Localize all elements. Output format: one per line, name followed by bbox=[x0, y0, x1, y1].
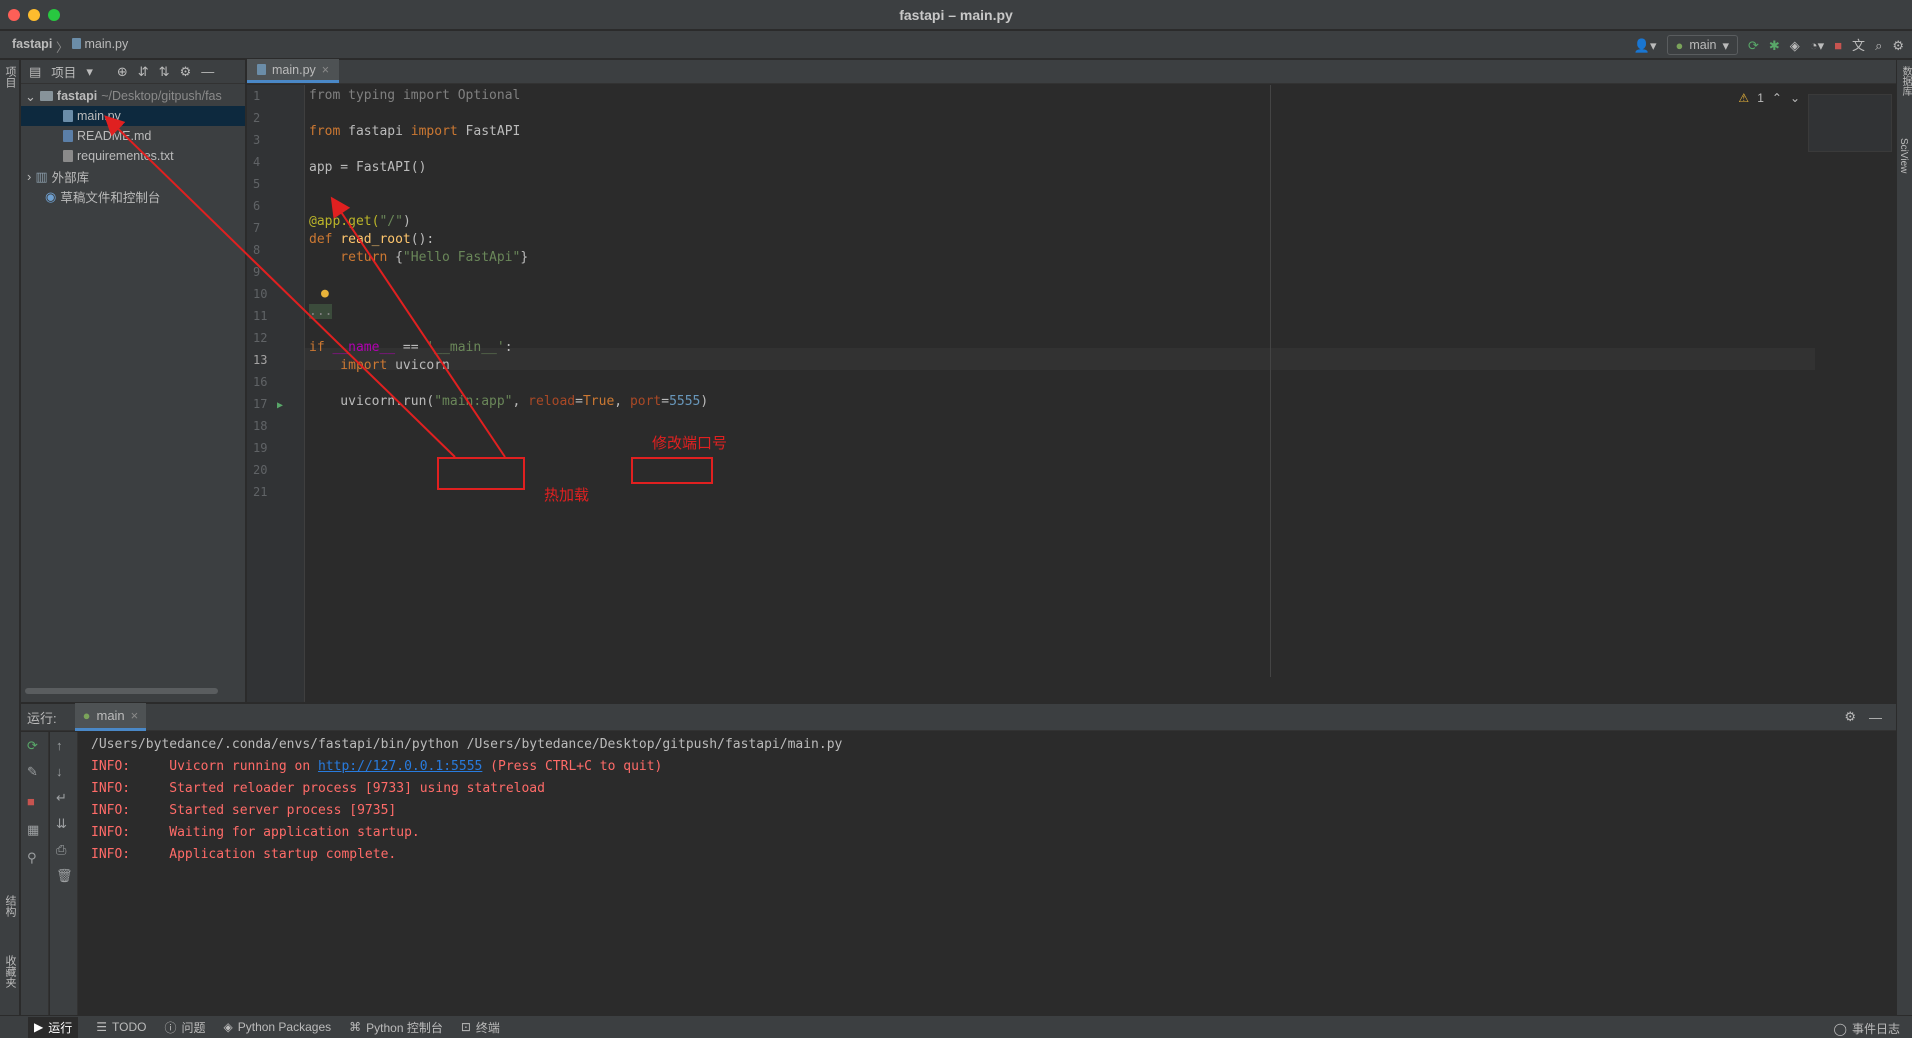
info-icon: ⓘ bbox=[164, 1020, 177, 1035]
pin-icon[interactable]: ⚲ bbox=[27, 850, 37, 866]
arrow-to-app-variable bbox=[330, 196, 506, 458]
run-toolbar-primary: ⟳ ✎ ■ ▦ ⚲ bbox=[21, 732, 49, 1015]
rerun-icon[interactable]: ⟳ bbox=[27, 738, 38, 754]
scroll-to-end-icon[interactable]: ⇊ bbox=[56, 816, 67, 832]
run-toolbar-secondary: ↑ ↓ ↵ ⇊ ⎙ 🗑 bbox=[50, 732, 78, 1015]
package-icon: ◈ bbox=[223, 1020, 233, 1034]
run-panel-label: 运行: bbox=[27, 710, 57, 726]
tool-tab-label: Python 控制台 bbox=[366, 1020, 443, 1035]
run-icon: ▶ bbox=[34, 1020, 44, 1034]
tool-tab-problems[interactable]: ⓘ 问题 bbox=[164, 1019, 205, 1036]
tool-tab-label: 运行 bbox=[48, 1020, 73, 1035]
run-tab-label: main bbox=[96, 708, 125, 723]
console-output[interactable]: /Users/bytedance/.conda/envs/fastapi/bin… bbox=[79, 732, 1896, 1015]
hide-panel-icon[interactable]: — bbox=[1869, 710, 1882, 725]
modify-config-icon[interactable]: ✎ bbox=[27, 764, 38, 780]
python-run-icon: ● bbox=[82, 708, 91, 723]
settings-gear-icon[interactable]: ⚙ bbox=[1844, 709, 1856, 725]
event-log-button[interactable]: ◯ 事件日志 bbox=[1834, 1020, 1900, 1037]
console-line: INFO: Started reloader process [9733] us… bbox=[91, 781, 545, 796]
layout-icon[interactable]: ▦ bbox=[27, 822, 39, 838]
tool-tab-todo[interactable]: ☰ TODO bbox=[96, 1020, 146, 1034]
terminal-icon: ⊡ bbox=[460, 1020, 471, 1034]
list-icon: ☰ bbox=[96, 1020, 108, 1034]
tool-tab-label: 问题 bbox=[181, 1020, 206, 1035]
console-line: INFO: Waiting for application startup. bbox=[91, 825, 420, 840]
python-console-icon: ⌘ bbox=[349, 1020, 362, 1034]
console-line: INFO: Application startup complete. bbox=[91, 847, 397, 862]
tool-tab-label: Python Packages bbox=[237, 1020, 332, 1034]
console-line: INFO: Uvicorn running on http://127.0.0.… bbox=[91, 759, 663, 774]
server-url-link[interactable]: http://127.0.0.1:5555 bbox=[318, 759, 482, 774]
tool-tab-label: TODO bbox=[112, 1020, 147, 1034]
arrow-to-main-file bbox=[104, 115, 456, 458]
print-icon[interactable]: ⎙ bbox=[56, 842, 66, 858]
trash-icon[interactable]: 🗑 bbox=[56, 868, 73, 884]
tool-window-bar: ▶ 运行 ☰ TODO ⓘ 问题 ◈ Python Packages ⌘ Python 控… bbox=[0, 1015, 1912, 1038]
close-tab-icon[interactable]: × bbox=[131, 708, 139, 723]
arrow-up-icon[interactable]: ↑ bbox=[56, 738, 63, 753]
tool-tab-label: 终端 bbox=[475, 1020, 500, 1035]
event-log-label: 事件日志 bbox=[1851, 1022, 1900, 1036]
event-log-icon: ◯ bbox=[1833, 1021, 1847, 1036]
tool-tab-python-console[interactable]: ⌘ Python 控制台 bbox=[349, 1019, 443, 1036]
run-panel-header: 运行: ● main × ⚙ — bbox=[21, 703, 1896, 731]
console-line: /Users/bytedance/.conda/envs/fastapi/bin… bbox=[91, 737, 843, 752]
tool-tab-run[interactable]: ▶ 运行 bbox=[28, 1016, 79, 1038]
arrow-down-icon[interactable]: ↓ bbox=[56, 764, 63, 779]
run-tab-main[interactable]: ● main × bbox=[74, 703, 147, 731]
stop-icon[interactable]: ■ bbox=[27, 794, 35, 809]
console-line: INFO: Started server process [9735] bbox=[91, 803, 397, 818]
tool-tab-terminal[interactable]: ⊡ 终端 bbox=[461, 1019, 500, 1036]
soft-wrap-icon[interactable]: ↵ bbox=[56, 790, 67, 806]
tool-tab-python-packages[interactable]: ◈ Python Packages bbox=[224, 1020, 332, 1034]
